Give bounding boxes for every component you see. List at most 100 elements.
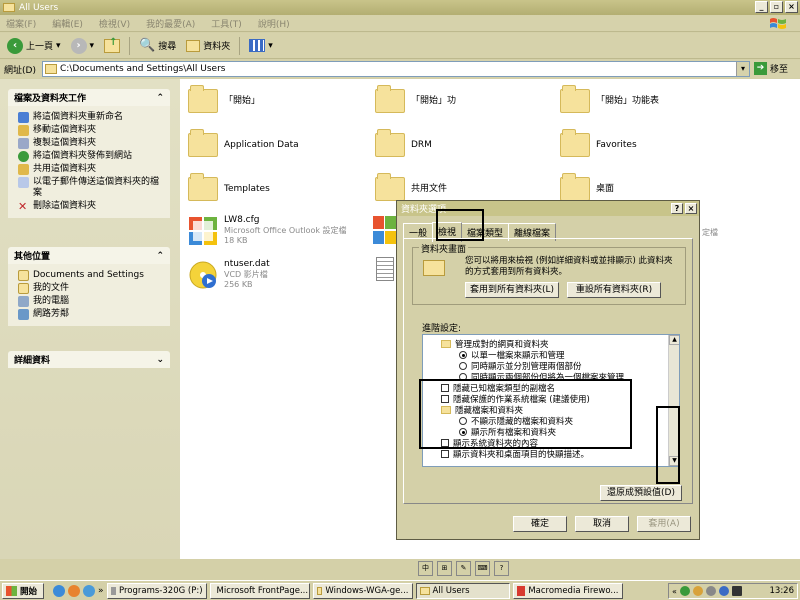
place-my-computer[interactable]: 我的電腦 bbox=[18, 296, 164, 307]
antivirus-tray-icon[interactable] bbox=[692, 586, 703, 596]
taskbar-item[interactable]: Macromedia Firewo... bbox=[512, 582, 623, 599]
views-icon bbox=[249, 39, 266, 52]
media-icon[interactable] bbox=[68, 584, 80, 597]
place-network[interactable]: 網路芳鄰 bbox=[18, 309, 164, 320]
menu-edit[interactable]: 編輯(E) bbox=[52, 17, 83, 30]
fireworks-icon bbox=[516, 585, 526, 596]
scroll-up-icon[interactable]: ▲ bbox=[669, 335, 679, 345]
task-rename[interactable]: 將這個資料夾重新命名 bbox=[18, 112, 164, 123]
keyboard-icon[interactable]: ⌨ bbox=[475, 561, 490, 576]
taskbar-item[interactable]: Programs-320G (P:) bbox=[106, 582, 207, 599]
forward-button[interactable]: › ▾ bbox=[68, 35, 98, 57]
task-publish[interactable]: 將這個資料夾發佈到網站 bbox=[18, 151, 164, 162]
cancel-button[interactable]: 取消 bbox=[575, 516, 629, 532]
tree-item[interactable]: 顯示資料夾和桌面項目的快顯描述。 bbox=[427, 448, 679, 460]
task-move[interactable]: 移動這個資料夾 bbox=[18, 125, 164, 136]
email-icon bbox=[18, 177, 29, 188]
menu-favorites[interactable]: 我的最愛(A) bbox=[146, 17, 195, 30]
apply-to-all-folders-button[interactable]: 套用到所有資料夾(L) bbox=[465, 282, 559, 298]
file-item[interactable]: ntuser.dat VCD 影片檔 256 KB bbox=[188, 259, 270, 290]
minimize-button[interactable]: _ bbox=[755, 1, 768, 13]
file-item[interactable]: 共用文件 bbox=[375, 173, 447, 201]
tray-expand-icon[interactable]: « bbox=[672, 587, 677, 596]
pen-icon[interactable]: ✎ bbox=[456, 561, 471, 576]
checkbox[interactable] bbox=[441, 449, 449, 458]
back-button[interactable]: ‹ 上一頁 ▾ bbox=[4, 35, 64, 57]
other-places-header[interactable]: 其他位置 ⌃ bbox=[8, 247, 170, 264]
views-button[interactable]: ▾ bbox=[246, 35, 276, 57]
restore-defaults-button[interactable]: 還原成預設值(D) bbox=[600, 485, 682, 501]
close-button[interactable]: × bbox=[785, 1, 798, 13]
place-label: Documents and Settings bbox=[33, 270, 144, 280]
file-item[interactable]: 「開始」 bbox=[188, 85, 261, 113]
details-header[interactable]: 詳細資料 ⌄ bbox=[8, 351, 170, 368]
task-copy[interactable]: 複製這個資料夾 bbox=[18, 138, 164, 149]
help-icon[interactable]: ? bbox=[494, 561, 509, 576]
file-item[interactable]: 「開始」功能表 bbox=[560, 85, 659, 113]
task-email[interactable]: 以電子郵件傳送這個資料夾的檔案 bbox=[18, 177, 164, 199]
file-item-partial[interactable] bbox=[372, 215, 398, 245]
go-button[interactable]: ➔ 移至 bbox=[754, 62, 788, 75]
menu-tools[interactable]: 工具(T) bbox=[211, 17, 242, 30]
file-item[interactable]: 桌面 bbox=[560, 173, 614, 201]
file-item[interactable]: DRM bbox=[375, 129, 432, 157]
file-item[interactable]: 「開始」功 bbox=[375, 85, 456, 113]
maximize-button[interactable]: ▫ bbox=[770, 1, 783, 13]
apply-button[interactable]: 套用(A) bbox=[637, 516, 691, 532]
chevron-icon[interactable]: » bbox=[98, 586, 104, 596]
folder-icon bbox=[18, 270, 29, 281]
taskbar-item[interactable]: Windows-WGA-ge... bbox=[312, 582, 413, 599]
radio-button[interactable] bbox=[459, 350, 467, 359]
folders-button[interactable]: 資料夾 bbox=[183, 35, 233, 57]
address-dropdown-button[interactable]: ▾ bbox=[736, 62, 749, 76]
expand-icon[interactable]: ⌄ bbox=[156, 355, 164, 365]
file-tasks-header[interactable]: 檔案及資料夾工作 ⌃ bbox=[8, 89, 170, 106]
window-title: All Users bbox=[19, 2, 59, 13]
dialog-close-button[interactable]: × bbox=[685, 203, 697, 214]
file-item[interactable]: Templates bbox=[188, 173, 270, 201]
file-item[interactable]: LW8.cfg Microsoft Office Outlook 設定檔 18 … bbox=[188, 215, 347, 246]
tree-item[interactable]: 同時顯示並分別管理兩個部份 bbox=[427, 360, 679, 372]
back-arrow-icon: ‹ bbox=[7, 37, 23, 54]
menu-file[interactable]: 檔案(F) bbox=[6, 17, 36, 30]
menu-help[interactable]: 說明(H) bbox=[258, 17, 290, 30]
up-button[interactable]: ↑ bbox=[101, 35, 123, 57]
dialog-help-button[interactable]: ? bbox=[671, 203, 683, 214]
ie-icon[interactable] bbox=[53, 584, 65, 597]
radio-button[interactable] bbox=[459, 361, 467, 370]
shield-tray-icon[interactable] bbox=[705, 586, 716, 596]
taskbar-label: All Users bbox=[432, 585, 470, 596]
taskbar-item[interactable]: Microsoft FrontPage... bbox=[209, 582, 310, 599]
file-name: 「開始」 bbox=[224, 95, 261, 106]
taskbar-item-active[interactable]: All Users bbox=[415, 582, 510, 599]
place-my-documents[interactable]: 我的文件 bbox=[18, 283, 164, 294]
search-button[interactable]: 🔍 搜尋 bbox=[136, 35, 179, 57]
address-input[interactable]: C:\Documents and Settings\All Users ▾ bbox=[42, 61, 750, 77]
collapse-icon[interactable]: ⌃ bbox=[156, 93, 164, 103]
language-icon[interactable]: 中 bbox=[418, 561, 433, 576]
network-tray-icon[interactable] bbox=[679, 586, 690, 596]
collapse-icon[interactable]: ⌃ bbox=[156, 251, 164, 261]
task-delete[interactable]: ✕ 刪除這個資料夾 bbox=[18, 201, 164, 212]
task-share[interactable]: 共用這個資料夾 bbox=[18, 164, 164, 175]
reset-all-folders-button[interactable]: 重設所有資料夾(R) bbox=[567, 282, 661, 298]
folders-icon bbox=[186, 39, 201, 52]
volume-tray-icon[interactable] bbox=[718, 586, 729, 596]
place-label: 網路芳鄰 bbox=[33, 309, 70, 319]
dropdown-icon: ▾ bbox=[89, 40, 95, 51]
input-method-icon[interactable]: ⊞ bbox=[437, 561, 452, 576]
ok-button[interactable]: 確定 bbox=[513, 516, 567, 532]
menu-view[interactable]: 檢視(V) bbox=[99, 17, 130, 30]
status-tray-icon[interactable] bbox=[731, 586, 742, 596]
start-button[interactable]: 開始 bbox=[2, 582, 44, 599]
clock[interactable]: 13:26 bbox=[770, 586, 795, 596]
task-label: 將這個資料夾重新命名 bbox=[33, 112, 124, 122]
browser-icon[interactable] bbox=[83, 584, 95, 597]
file-item-partial[interactable] bbox=[376, 257, 394, 281]
outlook-config-icon bbox=[189, 216, 217, 245]
file-item[interactable]: Application Data bbox=[188, 129, 299, 157]
file-item[interactable]: Favorites bbox=[560, 129, 637, 157]
tree-item[interactable]: 以單一檔案來顯示和管理 bbox=[427, 349, 679, 361]
language-bar: 中 ⊞ ✎ ⌨ ? bbox=[418, 561, 509, 576]
place-documents-and-settings[interactable]: Documents and Settings bbox=[18, 270, 164, 281]
